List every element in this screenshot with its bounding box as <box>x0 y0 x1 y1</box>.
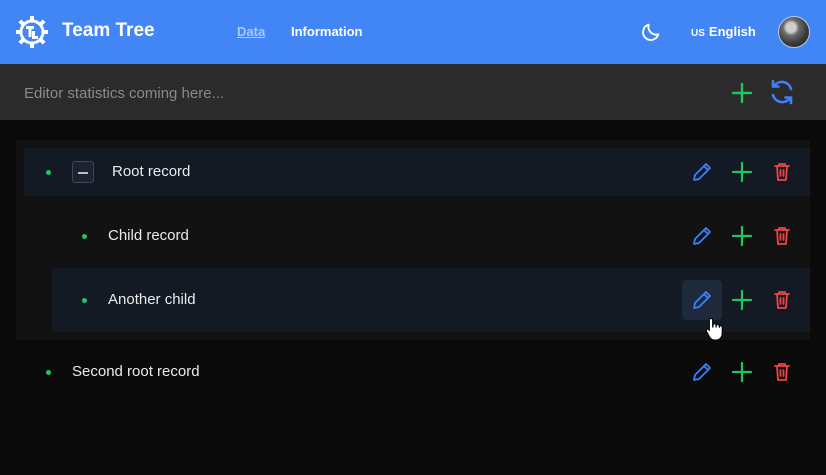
gear-logo-icon[interactable] <box>15 15 49 49</box>
app-header: Team Tree Data Information US English <box>0 0 826 64</box>
edit-pencil-icon[interactable] <box>691 161 713 183</box>
refresh-icon[interactable] <box>768 78 796 106</box>
hand-pointer-cursor-icon <box>705 317 723 341</box>
edit-pencil-icon[interactable] <box>691 289 713 311</box>
row-label: Another child <box>108 291 196 308</box>
nav-information-link[interactable]: Information <box>291 24 363 39</box>
edit-pencil-icon[interactable] <box>691 361 713 383</box>
bullet-dot <box>46 370 51 375</box>
row-label: Second root record <box>72 363 200 380</box>
delete-trash-icon[interactable] <box>771 225 793 247</box>
add-child-plus-icon[interactable] <box>731 289 753 311</box>
add-child-plus-icon[interactable] <box>731 161 753 183</box>
app-title: Team Tree <box>62 20 155 41</box>
language-label: English <box>708 24 756 39</box>
delete-trash-icon[interactable] <box>771 161 793 183</box>
add-root-plus-icon[interactable] <box>730 81 754 105</box>
stats-placeholder: Editor statistics coming here... <box>24 85 225 102</box>
bullet-dot <box>46 170 51 175</box>
user-avatar[interactable] <box>778 16 810 48</box>
bullet-dot <box>82 234 87 239</box>
delete-trash-icon[interactable] <box>771 289 793 311</box>
delete-trash-icon[interactable] <box>771 361 793 383</box>
add-child-plus-icon[interactable] <box>731 361 753 383</box>
stats-bar: Editor statistics coming here... <box>0 64 826 120</box>
row-label: Child record <box>108 227 189 244</box>
edit-pencil-icon[interactable] <box>691 225 713 247</box>
add-child-plus-icon[interactable] <box>731 225 753 247</box>
dark-mode-moon-icon[interactable] <box>640 21 662 43</box>
us-flag-icon: US <box>691 28 705 39</box>
nav-data-link[interactable]: Data <box>237 24 265 39</box>
bullet-dot <box>82 298 87 303</box>
row-label: Root record <box>112 163 191 180</box>
language-selector[interactable]: US English <box>691 24 756 39</box>
collapse-toggle-button[interactable] <box>72 161 94 183</box>
